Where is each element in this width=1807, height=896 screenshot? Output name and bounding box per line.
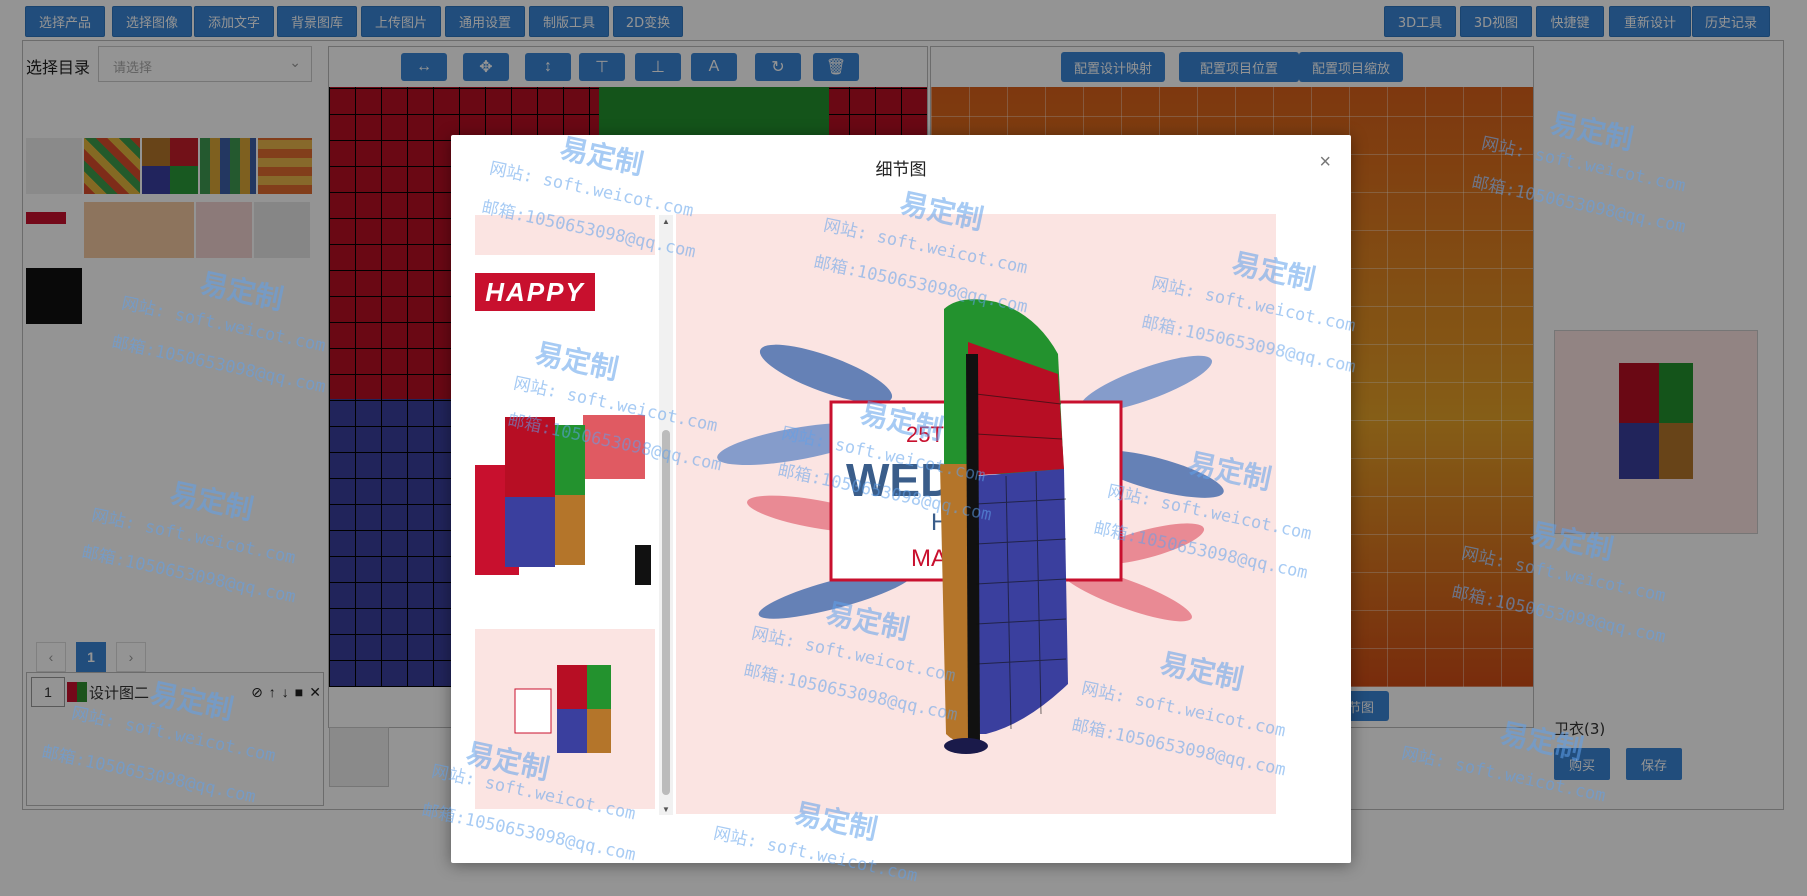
detail-thumbnail-strip: HAPPY xyxy=(475,215,655,815)
detail-thumb[interactable] xyxy=(475,629,655,809)
hoodie-thumb-icon xyxy=(514,665,611,753)
hoodie-detail-illustration: 25TH WED HA MA xyxy=(717,299,1224,754)
close-icon[interactable]: × xyxy=(1319,151,1331,174)
modal-title: 细节图 xyxy=(875,160,927,180)
art-text-4: MA xyxy=(911,545,947,572)
detail-thumb[interactable] xyxy=(475,215,655,255)
hoodie-side-view xyxy=(940,299,1068,754)
scroll-up-icon[interactable]: ▲ xyxy=(659,215,673,227)
detail-thumb[interactable]: HAPPY xyxy=(475,261,655,365)
detail-thumb[interactable] xyxy=(475,405,655,587)
hoodie-collage-icon xyxy=(475,415,651,585)
detail-main-image[interactable]: 25TH WED HA MA xyxy=(676,214,1276,814)
scroll-thumb[interactable] xyxy=(662,430,670,795)
strip-scrollbar[interactable]: ▲ ▼ xyxy=(659,215,673,815)
art-text-2: WED xyxy=(846,454,953,506)
scroll-down-icon[interactable]: ▼ xyxy=(659,803,673,815)
happy-banner: HAPPY xyxy=(475,273,595,311)
detail-modal: 细节图 × HAPPY ▲ ▼ 25TH WED MA xyxy=(451,135,1351,863)
